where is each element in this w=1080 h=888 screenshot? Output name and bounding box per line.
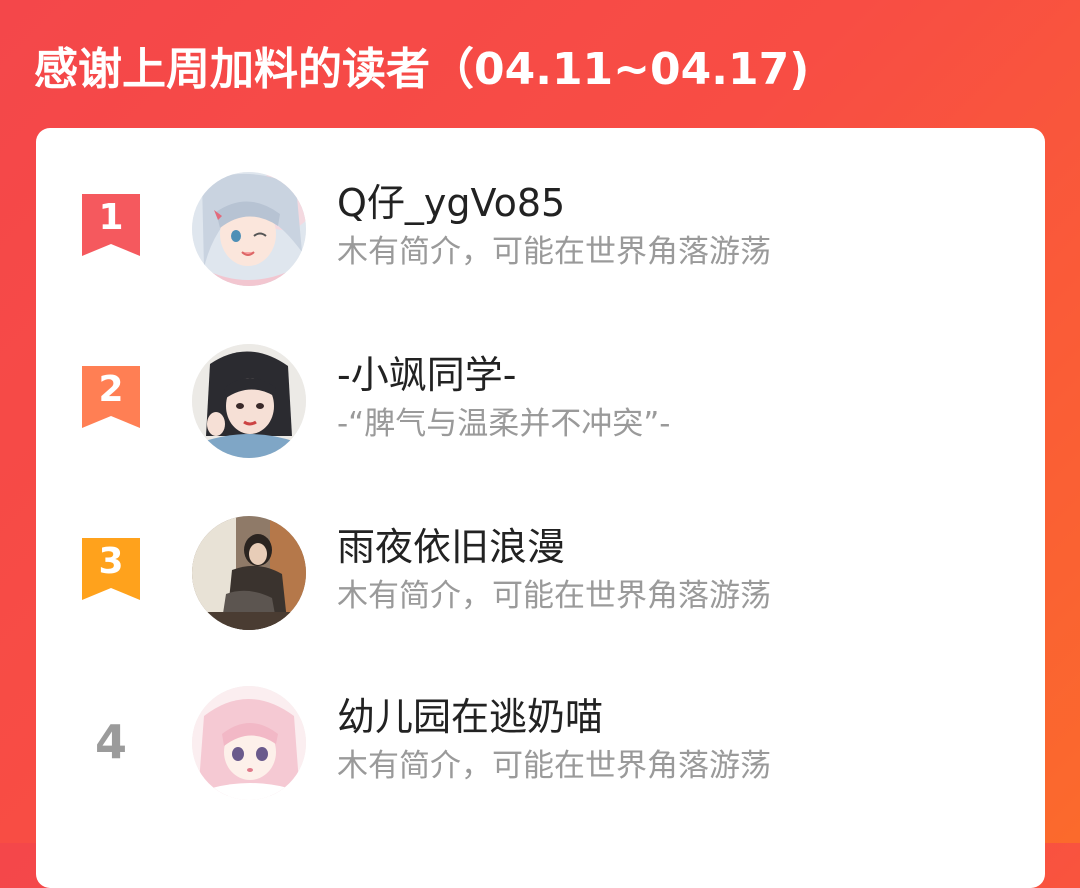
rank-number: 2	[98, 369, 124, 410]
user-bio: 木有简介，可能在世界角落游荡	[337, 234, 771, 270]
user-name: -小飒同学-	[337, 353, 517, 397]
avatar[interactable]	[192, 344, 306, 458]
rank-badge-silver: 2	[82, 366, 140, 432]
user-bio: 木有简介，可能在世界角落游荡	[337, 578, 771, 614]
pink-hair-anime-avatar-icon	[192, 686, 306, 800]
list-item[interactable]: 4 幼儿园在逃奶喵 木有简介，可能在世界角落游荡	[36, 678, 1045, 818]
user-bio: -“脾气与温柔并不冲突”-	[337, 406, 671, 442]
anime-girl-avatar-icon	[192, 172, 306, 286]
avatar[interactable]	[192, 686, 306, 800]
user-name: 雨夜依旧浪漫	[337, 525, 566, 569]
list-item[interactable]: 1 Q仔_ygVo85 木有简介，可能在世界角落游荡	[36, 164, 1045, 304]
rank-badge-gold: 1	[82, 194, 140, 260]
rank-number: 4	[94, 715, 127, 769]
rank-number: 1	[98, 197, 124, 238]
photo-person-avatar-icon	[192, 516, 306, 630]
user-name: Q仔_ygVo85	[337, 181, 566, 225]
user-name: 幼儿园在逃奶喵	[337, 695, 604, 739]
page-title: 感谢上周加料的读者（04.11~04.17)	[34, 44, 810, 95]
rank-badge-bronze: 3	[82, 538, 140, 604]
avatar[interactable]	[192, 172, 306, 286]
list-item[interactable]: 2 -小飒同学- -“脾气与温柔并不冲突”-	[36, 336, 1045, 476]
list-item[interactable]: 3 雨夜依旧浪漫 木有简介，可能在世界角落游荡	[36, 508, 1045, 648]
reader-list-card: 1 Q仔_ygVo85 木有简介，可能在世界角落游荡 2 -小飒同学- -“脾气…	[36, 128, 1045, 888]
rank-number: 3	[98, 541, 124, 582]
user-bio: 木有简介，可能在世界角落游荡	[337, 748, 771, 784]
avatar[interactable]	[192, 516, 306, 630]
illustrated-girl-avatar-icon	[192, 344, 306, 458]
